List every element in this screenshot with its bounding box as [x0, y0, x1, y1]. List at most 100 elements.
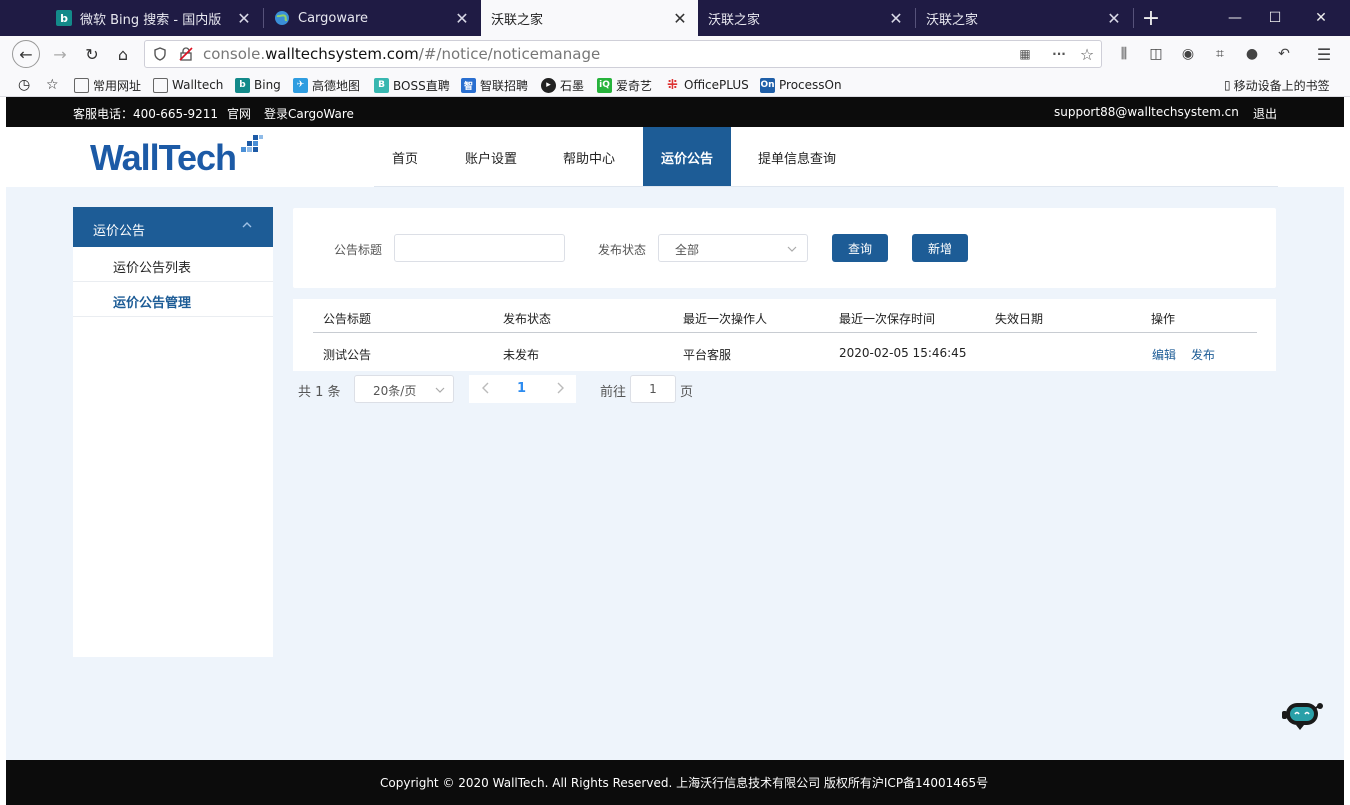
- maximize-icon[interactable]: ☐: [1252, 0, 1298, 36]
- login-cargoware-link[interactable]: 登录CargoWare: [264, 105, 354, 122]
- walltech-logo[interactable]: WallTech: [90, 137, 237, 181]
- publish-link[interactable]: 发布: [1191, 346, 1215, 363]
- nav-help-center[interactable]: 帮助中心: [554, 127, 624, 187]
- new-tab-button[interactable]: +: [1137, 4, 1165, 32]
- close-icon[interactable]: ✕: [234, 8, 254, 28]
- window-border-right: [1344, 97, 1350, 805]
- nav-rate-notice[interactable]: 运价公告: [643, 127, 731, 187]
- edit-link[interactable]: 编辑: [1152, 346, 1176, 363]
- close-icon[interactable]: ✕: [670, 8, 690, 28]
- tab-separator: [1133, 8, 1134, 28]
- processon-icon: On: [760, 77, 775, 93]
- chat-icon[interactable]: ●: [1242, 44, 1262, 64]
- zhaopin-icon: 智: [461, 77, 476, 93]
- bookmark-amap[interactable]: ✈ 高德地图: [293, 76, 360, 94]
- column-header: 最近一次保存时间: [839, 312, 936, 326]
- cell-title: 测试公告: [323, 348, 372, 362]
- current-page[interactable]: 1: [517, 381, 526, 396]
- menu-icon[interactable]: ☰: [1314, 44, 1334, 64]
- bookmark-zhaopin[interactable]: 智智联招聘: [461, 76, 528, 94]
- boss-icon: B: [374, 77, 389, 93]
- sidebar: 运价公告 运价公告列表 运价公告管理: [73, 207, 273, 657]
- close-icon[interactable]: ✕: [1104, 8, 1124, 28]
- account-icon[interactable]: ◉: [1178, 44, 1198, 64]
- goto-page-input[interactable]: 1: [630, 375, 676, 403]
- bookmark-label: 爱奇艺: [616, 78, 653, 93]
- nav-home[interactable]: 首页: [374, 127, 436, 187]
- sidebar-icon[interactable]: ◫: [1146, 44, 1166, 64]
- tab-title: 沃联之家: [491, 12, 544, 28]
- page-size-select[interactable]: 20条/页: [354, 375, 454, 403]
- chevron-down-icon: [787, 246, 797, 252]
- undo-icon[interactable]: ↶: [1274, 44, 1294, 64]
- pagination-nav: 1: [469, 375, 576, 403]
- nav-account-settings[interactable]: 账户设置: [456, 127, 526, 187]
- url-bar[interactable]: console.walltechsystem.com/#/notice/noti…: [144, 40, 1102, 68]
- close-icon[interactable]: ✕: [452, 8, 472, 28]
- cell-status: 未发布: [503, 348, 540, 362]
- library-icon[interactable]: ⫼: [1114, 44, 1134, 64]
- bookmark-label: 常用网址: [93, 78, 142, 93]
- bookmark-walltech[interactable]: Walltech: [153, 76, 223, 94]
- bookmark-processon[interactable]: On ProcessOn: [760, 76, 842, 94]
- bookmark-label: OfficePLUS: [684, 78, 749, 92]
- sidebar-group-rate-notice[interactable]: 运价公告: [73, 207, 273, 247]
- status-filter-select[interactable]: 全部: [658, 234, 808, 262]
- home-icon[interactable]: ⌂: [109, 40, 137, 68]
- add-button[interactable]: 新增: [912, 234, 968, 262]
- iqiyi-icon: iQ: [597, 77, 612, 93]
- close-icon[interactable]: ✕: [886, 8, 906, 28]
- goto-label: 前往: [600, 385, 627, 400]
- column-header: 发布状态: [503, 312, 552, 326]
- url-domain: walltechsystem.com: [265, 45, 419, 63]
- browser-tab-4[interactable]: 沃联之家 ✕: [698, 0, 914, 36]
- logout-link[interactable]: 退出: [1253, 105, 1277, 122]
- browser-tab-cargoware[interactable]: Cargoware ✕: [264, 0, 480, 36]
- search-button[interactable]: 查询: [832, 234, 888, 262]
- insecure-lock-icon[interactable]: [178, 46, 194, 62]
- url-text[interactable]: console.walltechsystem.com/#/notice/noti…: [203, 45, 600, 63]
- bookmark-common[interactable]: 常用网址: [74, 76, 141, 94]
- bookmark-officeplus[interactable]: ⁜ OfficePLUS: [665, 76, 749, 94]
- browser-tab-bing[interactable]: b 微软 Bing 搜索 - 国内版 ✕: [46, 0, 262, 36]
- bookmark-iqiyi[interactable]: iQ 爱奇艺: [597, 76, 652, 94]
- status-filter-value: 全部: [675, 243, 700, 257]
- url-host: console.: [203, 45, 266, 63]
- browser-nav-bar: ← → ↻ ⌂ console.walltechsystem.com/#/not…: [0, 36, 1350, 72]
- window-close-icon[interactable]: ✕: [1298, 0, 1344, 36]
- bookmark-shimo[interactable]: ▸ 石墨: [541, 76, 584, 94]
- column-header: 公告标题: [323, 312, 372, 326]
- more-actions-icon[interactable]: ···: [1051, 46, 1067, 62]
- official-site-link[interactable]: 官网: [227, 105, 251, 122]
- history-icon[interactable]: ◷: [18, 76, 30, 94]
- nav-bl-query[interactable]: 提单信息查询: [749, 127, 845, 187]
- reload-icon[interactable]: ↻: [78, 40, 106, 68]
- site-header: WallTech 首页 账户设置 帮助中心 运价公告 提单信息查询: [6, 127, 1344, 187]
- chevron-right-icon[interactable]: [553, 381, 567, 395]
- table-header-divider: [313, 332, 1257, 333]
- bookmark-label: ProcessOn: [779, 78, 842, 92]
- star-bookmark-icon[interactable]: ☆: [46, 76, 59, 94]
- goto-page-value: 1: [649, 382, 657, 396]
- mobile-bookmarks[interactable]: ▯ 移动设备上的书签: [1224, 76, 1330, 94]
- column-header: 最近一次操作人: [683, 312, 768, 326]
- screenshot-icon[interactable]: ⌗: [1210, 44, 1230, 64]
- bookmark-boss[interactable]: B BOSS直聘: [374, 76, 450, 94]
- bookmark-bing[interactable]: b Bing: [235, 76, 281, 94]
- filter-panel: 公告标题 发布状态 全部 查询 新增: [293, 208, 1276, 288]
- star-icon[interactable]: ☆: [1079, 45, 1095, 64]
- chevron-left-icon[interactable]: [479, 381, 493, 395]
- chat-robot-icon[interactable]: [1280, 697, 1328, 731]
- sidebar-item-notice-manage[interactable]: 运价公告管理: [73, 282, 273, 317]
- goto-unit: 页: [680, 385, 694, 400]
- url-path: /#/notice/noticemanage: [418, 45, 601, 63]
- column-header: 操作: [1151, 312, 1176, 326]
- title-filter-input[interactable]: [394, 234, 565, 262]
- browser-tab-5[interactable]: 沃联之家 ✕: [916, 0, 1132, 36]
- back-arrow-icon[interactable]: ←: [12, 40, 40, 68]
- browser-tab-active[interactable]: 沃联之家 ✕: [481, 0, 698, 36]
- shield-icon[interactable]: [152, 46, 168, 62]
- qr-code-icon[interactable]: ▦: [1017, 46, 1033, 62]
- sidebar-item-notice-list[interactable]: 运价公告列表: [73, 247, 273, 282]
- forward-arrow-icon[interactable]: →: [46, 40, 74, 68]
